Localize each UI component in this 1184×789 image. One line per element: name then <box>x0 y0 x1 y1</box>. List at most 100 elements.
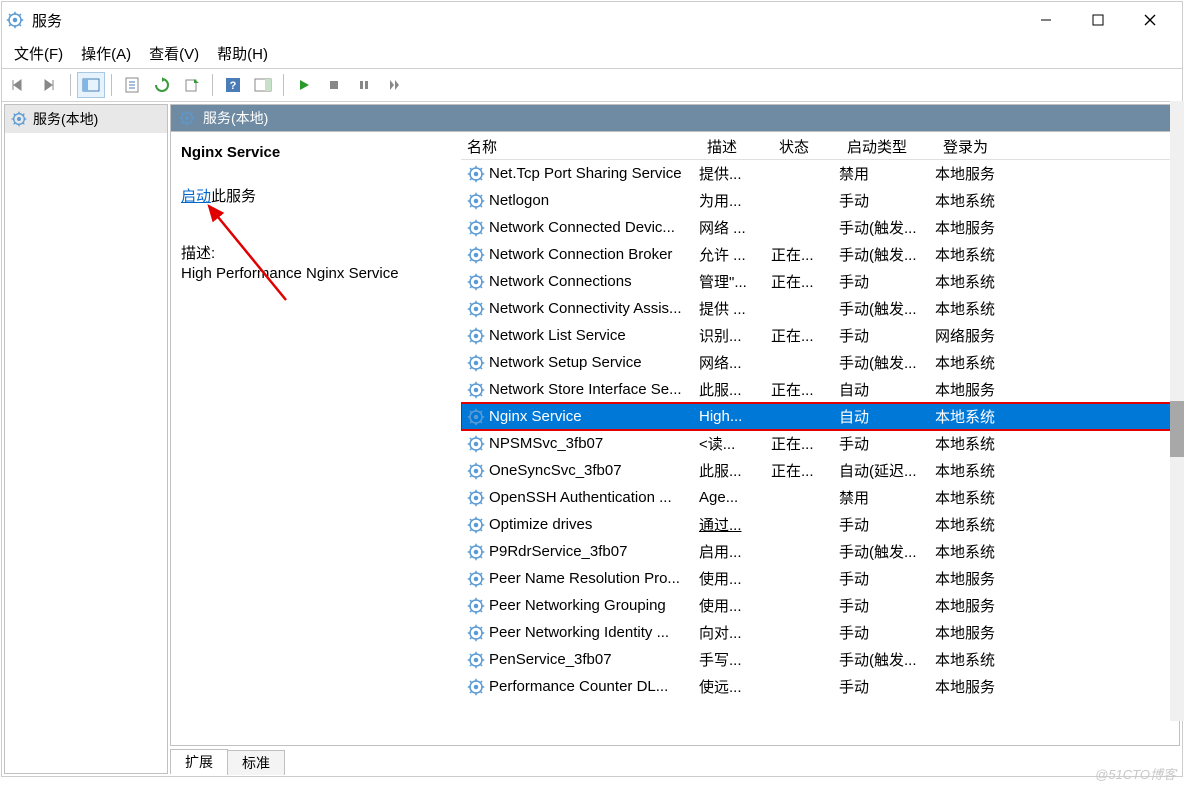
service-row[interactable]: Network Connected Devic...网络 ...手动(触发...… <box>461 214 1179 241</box>
properties-button[interactable] <box>118 72 146 98</box>
svc-name: Performance Counter DL... <box>489 676 699 697</box>
svc-logon: 本地服务 <box>935 377 1035 402</box>
gear-icon <box>467 543 485 561</box>
gear-icon <box>467 489 485 507</box>
menu-help[interactable]: 帮助(H) <box>217 43 268 64</box>
col-desc[interactable]: 描述 <box>701 132 773 159</box>
tree-item-services-local[interactable]: 服务(本地) <box>5 105 167 133</box>
col-name[interactable]: 名称 <box>461 132 701 159</box>
svc-desc: 允许 ... <box>699 242 771 267</box>
description-text: High Performance Nginx Service <box>181 265 451 282</box>
svc-status <box>771 658 839 662</box>
gear-icon <box>467 246 485 264</box>
svc-status <box>771 361 839 365</box>
service-row[interactable]: Network Connections管理"...正在...手动本地系统 <box>461 268 1179 295</box>
service-row[interactable]: Peer Networking Identity ...向对...手动本地服务 <box>461 619 1179 646</box>
svc-logon: 本地系统 <box>935 404 1035 429</box>
service-row[interactable]: Network Connectivity Assis...提供 ...手动(触发… <box>461 295 1179 322</box>
service-row[interactable]: Network Setup Service网络...手动(触发...本地系统 <box>461 349 1179 376</box>
col-start[interactable]: 启动类型 <box>841 132 937 159</box>
maximize-button[interactable] <box>1078 5 1118 35</box>
svc-start: 手动(触发... <box>839 539 935 564</box>
pane-header: 服务(本地) <box>170 104 1180 132</box>
action-pane-button[interactable] <box>249 72 277 98</box>
svc-status: 正在... <box>771 377 839 402</box>
gear-icon <box>11 111 27 127</box>
service-row[interactable]: P9RdrService_3fb07启用...手动(触发...本地系统 <box>461 538 1179 565</box>
svc-name: Network Store Interface Se... <box>489 379 699 400</box>
service-row[interactable]: Network Store Interface Se...此服...正在...自… <box>461 376 1179 403</box>
show-hide-tree-button[interactable] <box>77 72 105 98</box>
gear-icon <box>467 462 485 480</box>
window-title: 服务 <box>32 10 1026 31</box>
service-row[interactable]: OpenSSH Authentication ...Age...禁用本地系统 <box>461 484 1179 511</box>
svc-name: Network Connected Devic... <box>489 217 699 238</box>
help-button[interactable]: ? <box>219 72 247 98</box>
svc-start: 手动(触发... <box>839 350 935 375</box>
svc-status <box>771 199 839 203</box>
service-row[interactable]: Nginx ServiceHigh...自动本地系统 <box>461 403 1179 430</box>
svc-start: 手动(触发... <box>839 647 935 672</box>
gear-icon <box>467 597 485 615</box>
pause-service-button[interactable] <box>350 72 378 98</box>
start-service-link[interactable]: 启动 <box>181 188 211 205</box>
svc-status <box>771 550 839 554</box>
svc-desc: 网络 ... <box>699 215 771 240</box>
restart-service-button[interactable] <box>380 72 408 98</box>
column-headers: 名称 描述 状态 启动类型 登录为 <box>461 132 1179 160</box>
service-row[interactable]: Performance Counter DL...使远...手动本地服务 <box>461 673 1179 700</box>
svc-logon: 本地系统 <box>935 485 1035 510</box>
service-row[interactable]: Peer Name Resolution Pro...使用...手动本地服务 <box>461 565 1179 592</box>
service-row[interactable]: Netlogon为用...手动本地系统 <box>461 187 1179 214</box>
gear-icon <box>467 435 485 453</box>
refresh-button[interactable] <box>148 72 176 98</box>
service-row[interactable]: NPSMSvc_3fb07<读...正在...手动本地系统 <box>461 430 1179 457</box>
svc-desc: 网络... <box>699 350 771 375</box>
svc-status <box>771 226 839 230</box>
service-row[interactable]: Network List Service识别...正在...手动网络服务 <box>461 322 1179 349</box>
start-service-button[interactable] <box>290 72 318 98</box>
menu-action[interactable]: 操作(A) <box>81 43 131 64</box>
service-row[interactable]: OneSyncSvc_3fb07此服...正在...自动(延迟...本地系统 <box>461 457 1179 484</box>
svc-start: 手动 <box>839 674 935 699</box>
svc-start: 手动 <box>839 188 935 213</box>
menu-file[interactable]: 文件(F) <box>14 43 63 64</box>
close-button[interactable] <box>1130 5 1170 35</box>
selected-service-name: Nginx Service <box>181 144 451 161</box>
description-label: 描述: <box>181 242 451 263</box>
minimize-button[interactable] <box>1026 5 1066 35</box>
col-logon[interactable]: 登录为 <box>937 132 1037 159</box>
svc-name: OpenSSH Authentication ... <box>489 487 699 508</box>
forward-button[interactable] <box>36 72 64 98</box>
svc-name: Network List Service <box>489 325 699 346</box>
svc-start: 手动 <box>839 431 935 456</box>
svc-desc: 识别... <box>699 323 771 348</box>
scrollbar-thumb[interactable] <box>1170 401 1184 457</box>
service-row[interactable]: Net.Tcp Port Sharing Service提供...禁用本地服务 <box>461 160 1179 187</box>
svc-name: Nginx Service <box>489 406 699 427</box>
tree-pane: 服务(本地) <box>4 104 168 774</box>
gear-icon <box>467 516 485 534</box>
view-tabs: 扩展 标准 <box>170 748 1180 774</box>
toolbar: ? <box>2 68 1182 102</box>
svc-status: 正在... <box>771 269 839 294</box>
service-row[interactable]: PenService_3fb07手写...手动(触发...本地系统 <box>461 646 1179 673</box>
tab-extended[interactable]: 扩展 <box>170 749 228 774</box>
back-button[interactable] <box>6 72 34 98</box>
svc-logon: 本地系统 <box>935 647 1035 672</box>
svc-start: 手动 <box>839 269 935 294</box>
service-row[interactable]: Peer Networking Grouping使用...手动本地服务 <box>461 592 1179 619</box>
svc-name: NPSMSvc_3fb07 <box>489 433 699 454</box>
watermark: @51CTO博客 <box>1095 764 1176 783</box>
stop-service-button[interactable] <box>320 72 348 98</box>
svc-logon: 本地系统 <box>935 431 1035 456</box>
export-button[interactable] <box>178 72 206 98</box>
service-row[interactable]: Optimize drives通过...手动本地系统 <box>461 511 1179 538</box>
menu-view[interactable]: 查看(V) <box>149 43 199 64</box>
col-status[interactable]: 状态 <box>773 132 841 159</box>
service-row[interactable]: Network Connection Broker允许 ...正在...手动(触… <box>461 241 1179 268</box>
tab-standard[interactable]: 标准 <box>227 750 285 775</box>
svc-start: 手动(触发... <box>839 296 935 321</box>
svc-status <box>771 685 839 689</box>
svc-logon: 本地服务 <box>935 620 1035 645</box>
